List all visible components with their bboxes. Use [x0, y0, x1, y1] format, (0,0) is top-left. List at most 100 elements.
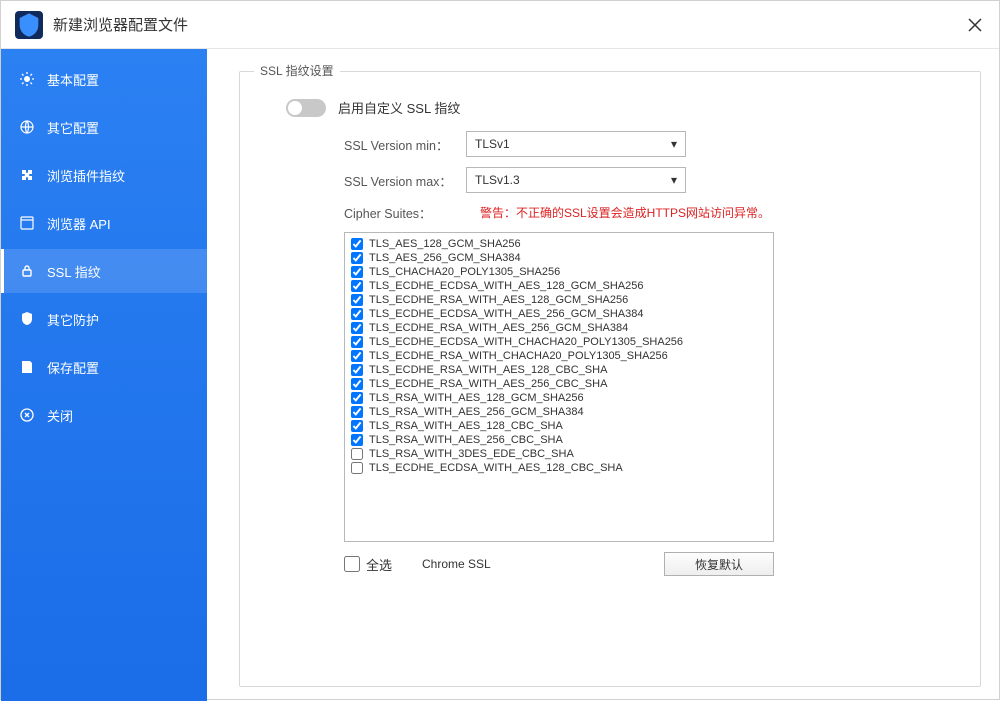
ssl-max-label: SSL Version max：	[344, 171, 466, 190]
cipher-checkbox[interactable]	[351, 266, 363, 278]
cipher-item[interactable]: TLS_ECDHE_ECDSA_WITH_AES_256_GCM_SHA384	[351, 307, 767, 321]
sidebar: 基本配置 其它配置 浏览插件指纹 浏览器 API SSL 指纹 其它防护 保存配…	[1, 49, 207, 701]
cipher-item[interactable]: TLS_ECDHE_RSA_WITH_AES_128_CBC_SHA	[351, 363, 767, 377]
toggle-label: 启用自定义 SSL 指纹	[338, 98, 460, 117]
cipher-checkbox[interactable]	[351, 336, 363, 348]
ssl-max-select[interactable]: TLSv1.3 ▾	[466, 167, 686, 193]
cipher-item[interactable]: TLS_AES_128_GCM_SHA256	[351, 237, 767, 251]
app-logo	[15, 11, 43, 39]
cipher-item[interactable]: TLS_RSA_WITH_3DES_EDE_CBC_SHA	[351, 447, 767, 461]
cipher-checkbox[interactable]	[351, 350, 363, 362]
enable-custom-ssl-toggle[interactable]	[286, 99, 326, 117]
cipher-checkbox[interactable]	[351, 434, 363, 446]
cipher-name: TLS_ECDHE_ECDSA_WITH_AES_128_GCM_SHA256	[369, 280, 644, 292]
cipher-name: TLS_ECDHE_RSA_WITH_AES_128_GCM_SHA256	[369, 294, 628, 306]
cipher-item[interactable]: TLS_RSA_WITH_AES_128_CBC_SHA	[351, 419, 767, 433]
cipher-checkbox[interactable]	[351, 322, 363, 334]
cipher-checkbox[interactable]	[351, 406, 363, 418]
cipher-name: TLS_AES_128_GCM_SHA256	[369, 238, 521, 250]
cipher-checkbox[interactable]	[351, 252, 363, 264]
sidebar-item-label: 浏览器 API	[47, 214, 111, 233]
cipher-item[interactable]: TLS_AES_256_GCM_SHA384	[351, 251, 767, 265]
cipher-item[interactable]: TLS_ECDHE_RSA_WITH_AES_256_CBC_SHA	[351, 377, 767, 391]
globe-icon	[19, 119, 35, 135]
save-icon	[19, 359, 35, 375]
select-all-input[interactable]	[344, 556, 360, 572]
ssl-max-value: TLSv1.3	[475, 173, 520, 187]
cipher-suites-row: Cipher Suites： 警告：不正确的SSL设置会造成HTTPS网站访问异…	[344, 203, 952, 222]
window-title: 新建浏览器配置文件	[53, 14, 188, 35]
cipher-name: TLS_ECDHE_ECDSA_WITH_CHACHA20_POLY1305_S…	[369, 336, 683, 348]
sidebar-item-close[interactable]: 关闭	[1, 393, 207, 437]
ssl-min-row: SSL Version min： TLSv1 ▾	[344, 131, 952, 157]
cipher-checkbox[interactable]	[351, 280, 363, 292]
sidebar-item-ssl-fingerprint[interactable]: SSL 指纹	[1, 249, 207, 293]
toggle-row: 启用自定义 SSL 指纹	[286, 98, 952, 117]
sidebar-item-label: SSL 指纹	[47, 262, 101, 281]
cipher-name: TLS_ECDHE_RSA_WITH_AES_128_CBC_SHA	[369, 364, 607, 376]
cipher-item[interactable]: TLS_RSA_WITH_AES_256_CBC_SHA	[351, 433, 767, 447]
sidebar-item-other-config[interactable]: 其它配置	[1, 105, 207, 149]
cipher-name: TLS_AES_256_GCM_SHA384	[369, 252, 521, 264]
sidebar-item-basic[interactable]: 基本配置	[1, 57, 207, 101]
ssl-min-value: TLSv1	[475, 137, 510, 151]
cipher-checkbox[interactable]	[351, 420, 363, 432]
cipher-item[interactable]: TLS_RSA_WITH_AES_256_GCM_SHA384	[351, 405, 767, 419]
lock-icon	[19, 263, 35, 279]
restore-default-button[interactable]: 恢复默认	[664, 552, 774, 576]
shield-icon	[19, 311, 35, 327]
cipher-checkbox[interactable]	[351, 448, 363, 460]
select-all-checkbox[interactable]: 全选	[344, 555, 392, 574]
chrome-ssl-label: Chrome SSL	[422, 557, 491, 571]
cipher-item[interactable]: TLS_RSA_WITH_AES_128_GCM_SHA256	[351, 391, 767, 405]
cipher-checkbox[interactable]	[351, 392, 363, 404]
sidebar-item-label: 保存配置	[47, 358, 99, 377]
main-container: 基本配置 其它配置 浏览插件指纹 浏览器 API SSL 指纹 其它防护 保存配…	[1, 49, 999, 701]
cipher-checkbox[interactable]	[351, 364, 363, 376]
sidebar-item-plugin-fingerprint[interactable]: 浏览插件指纹	[1, 153, 207, 197]
main-panel: SSL 指纹设置 启用自定义 SSL 指纹 SSL Version min： T…	[207, 49, 999, 701]
cipher-item[interactable]: TLS_ECDHE_RSA_WITH_CHACHA20_POLY1305_SHA…	[351, 349, 767, 363]
cipher-suites-list[interactable]: TLS_AES_128_GCM_SHA256 TLS_AES_256_GCM_SH…	[344, 232, 774, 542]
cipher-name: TLS_RSA_WITH_AES_256_GCM_SHA384	[369, 406, 584, 418]
cipher-item[interactable]: TLS_ECDHE_RSA_WITH_AES_128_GCM_SHA256	[351, 293, 767, 307]
cipher-item[interactable]: TLS_CHACHA20_POLY1305_SHA256	[351, 265, 767, 279]
cipher-name: TLS_ECDHE_RSA_WITH_CHACHA20_POLY1305_SHA…	[369, 350, 668, 362]
cipher-name: TLS_ECDHE_RSA_WITH_AES_256_CBC_SHA	[369, 378, 607, 390]
cipher-warning: 警告：不正确的SSL设置会造成HTTPS网站访问异常。	[480, 204, 770, 221]
cipher-checkbox[interactable]	[351, 308, 363, 320]
close-icon	[19, 407, 35, 423]
sidebar-item-label: 其它配置	[47, 118, 99, 137]
sidebar-item-label: 基本配置	[47, 70, 99, 89]
chevron-down-icon: ▾	[671, 137, 677, 151]
select-all-label: 全选	[366, 555, 392, 574]
sidebar-item-browser-api[interactable]: 浏览器 API	[1, 201, 207, 245]
bottom-actions: 全选 Chrome SSL 恢复默认	[344, 552, 774, 576]
sidebar-item-label: 浏览插件指纹	[47, 166, 125, 185]
cipher-name: TLS_ECDHE_ECDSA_WITH_AES_256_GCM_SHA384	[369, 308, 644, 320]
cipher-name: TLS_CHACHA20_POLY1305_SHA256	[369, 266, 560, 278]
sidebar-item-save-config[interactable]: 保存配置	[1, 345, 207, 389]
cipher-suites-label: Cipher Suites：	[344, 203, 466, 222]
cipher-name: TLS_RSA_WITH_3DES_EDE_CBC_SHA	[369, 448, 574, 460]
ssl-min-select[interactable]: TLSv1 ▾	[466, 131, 686, 157]
cipher-item[interactable]: TLS_ECDHE_ECDSA_WITH_AES_128_GCM_SHA256	[351, 279, 767, 293]
cipher-checkbox[interactable]	[351, 378, 363, 390]
sidebar-item-other-protection[interactable]: 其它防护	[1, 297, 207, 341]
gear-icon	[19, 71, 35, 87]
puzzle-icon	[19, 167, 35, 183]
cipher-checkbox[interactable]	[351, 294, 363, 306]
api-icon	[19, 215, 35, 231]
cipher-item[interactable]: TLS_ECDHE_ECDSA_WITH_CHACHA20_POLY1305_S…	[351, 335, 767, 349]
cipher-item[interactable]: TLS_ECDHE_RSA_WITH_AES_256_GCM_SHA384	[351, 321, 767, 335]
cipher-checkbox[interactable]	[351, 462, 363, 474]
cipher-checkbox[interactable]	[351, 238, 363, 250]
sidebar-item-label: 其它防护	[47, 310, 99, 329]
close-button[interactable]	[959, 9, 991, 41]
ssl-max-row: SSL Version max： TLSv1.3 ▾	[344, 167, 952, 193]
ssl-min-label: SSL Version min：	[344, 135, 466, 154]
chevron-down-icon: ▾	[671, 173, 677, 187]
cipher-name: TLS_RSA_WITH_AES_128_CBC_SHA	[369, 420, 563, 432]
cipher-item[interactable]: TLS_ECDHE_ECDSA_WITH_AES_128_CBC_SHA	[351, 461, 767, 475]
title-bar: 新建浏览器配置文件	[1, 1, 999, 49]
